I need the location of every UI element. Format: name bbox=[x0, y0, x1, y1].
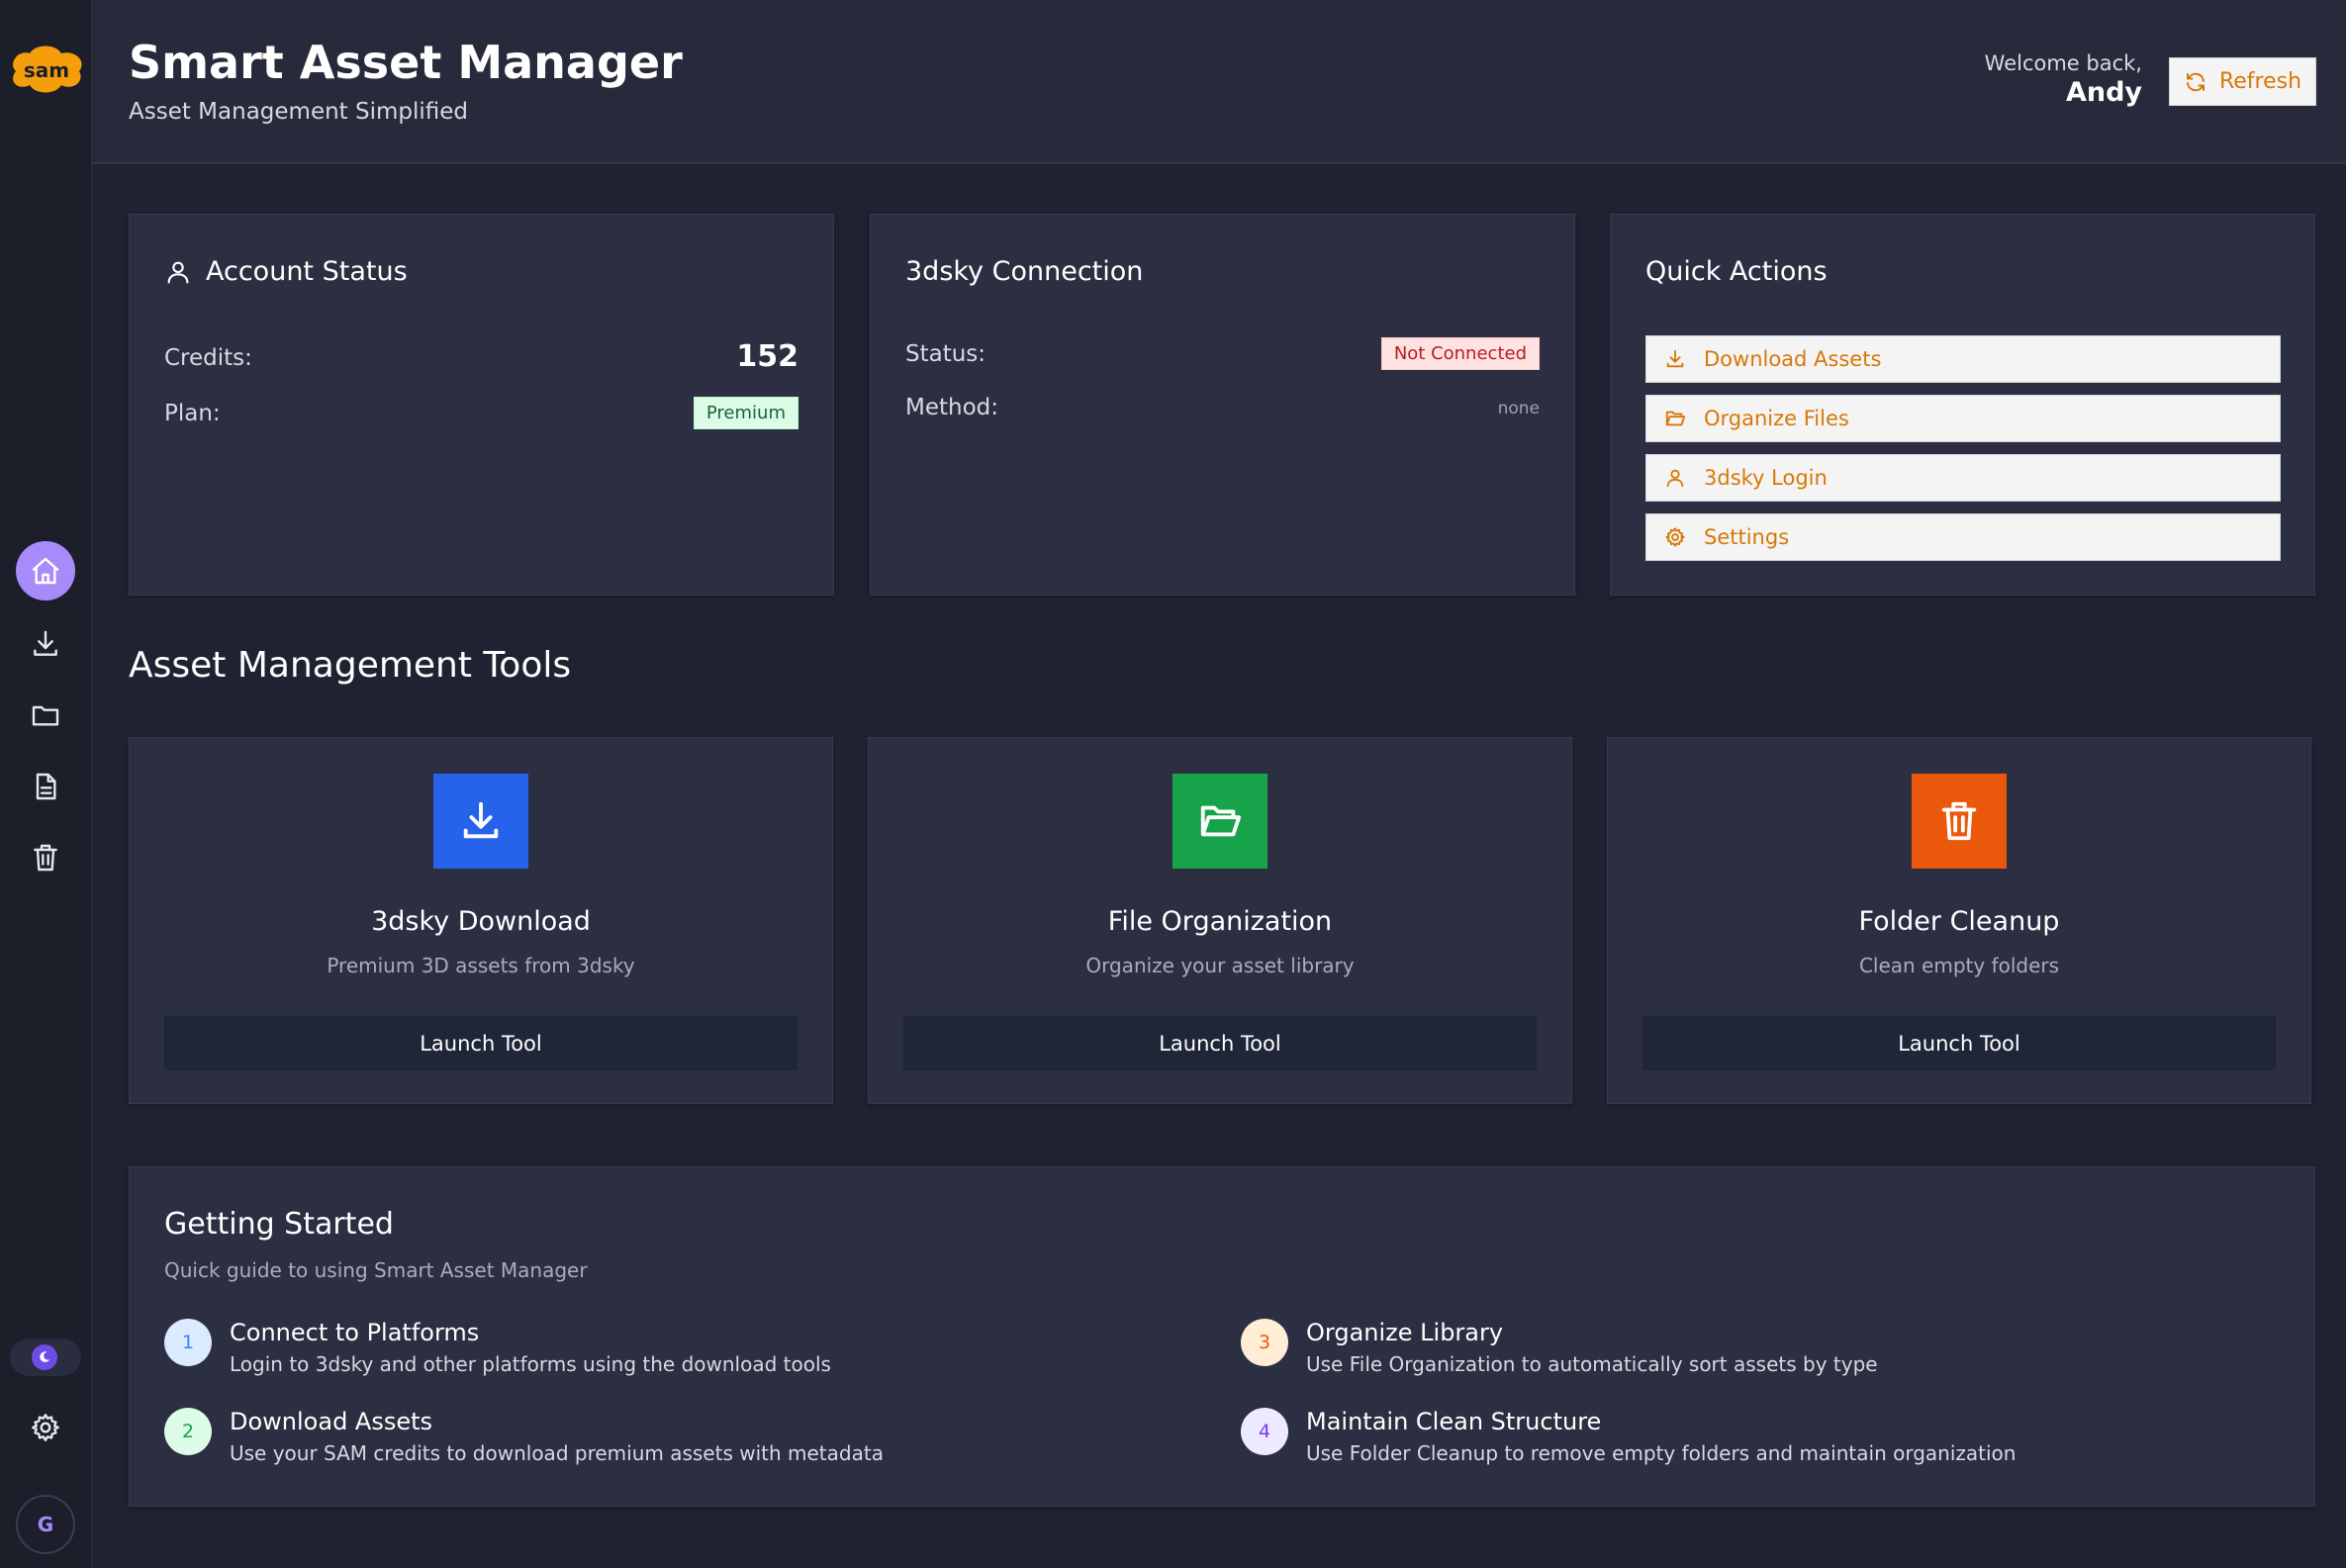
tool-card-3dsky-download: 3dsky Download Premium 3D assets from 3d… bbox=[129, 737, 833, 1104]
document-icon bbox=[36, 773, 56, 800]
account-status-label: Account Status bbox=[206, 256, 408, 287]
sidebar-item-download[interactable] bbox=[16, 614, 75, 674]
step-desc: Use Folder Cleanup to remove empty folde… bbox=[1306, 1441, 2017, 1465]
user-icon bbox=[167, 261, 189, 284]
organize-files-button[interactable]: Organize Files bbox=[1645, 395, 2281, 442]
tool-name: Folder Cleanup bbox=[1858, 906, 2060, 937]
step-desc: Use File Organization to automatically s… bbox=[1306, 1352, 1878, 1376]
step-item: 4 Maintain Clean Structure Use Folder Cl… bbox=[1241, 1406, 2016, 1465]
status-badge: Not Connected bbox=[1380, 337, 1540, 370]
download-assets-button[interactable]: Download Assets bbox=[1645, 335, 2281, 383]
launch-3dsky-download-button[interactable]: Launch Tool bbox=[164, 1016, 798, 1070]
welcome-message: Welcome back, Andy bbox=[1985, 51, 2142, 108]
tool-desc: Premium 3D assets from 3dsky bbox=[327, 954, 635, 977]
step-number: 1 bbox=[164, 1319, 212, 1366]
credits-value: 152 bbox=[736, 339, 798, 374]
sidebar-item-trash[interactable] bbox=[16, 828, 75, 887]
launch-file-organization-button[interactable]: Launch Tool bbox=[903, 1016, 1537, 1070]
svg-text:sam: sam bbox=[24, 58, 69, 82]
sidebar-item-home[interactable] bbox=[16, 541, 75, 600]
tool-icon-folder bbox=[1173, 774, 1267, 869]
connection-title-label: 3dsky Connection bbox=[905, 256, 1144, 287]
settings-button[interactable] bbox=[16, 1398, 75, 1457]
folder-icon bbox=[32, 705, 59, 726]
getting-started-title: Getting Started bbox=[164, 1207, 394, 1242]
tool-card-file-organization: File Organization Organize your asset li… bbox=[868, 737, 1572, 1104]
step-desc: Login to 3dsky and other platforms using… bbox=[230, 1352, 831, 1376]
page-subtitle: Asset Management Simplified bbox=[129, 99, 469, 125]
connection-title: 3dsky Connection bbox=[905, 256, 1143, 287]
download-icon bbox=[1666, 349, 1684, 368]
sam-logo[interactable]: sam bbox=[6, 42, 87, 97]
account-status-title: Account Status bbox=[164, 256, 408, 287]
3dsky-login-label: 3dsky Login bbox=[1704, 466, 1828, 490]
tool-desc: Clean empty folders bbox=[1858, 954, 2060, 977]
gear-icon bbox=[32, 1414, 59, 1441]
step-desc: Use your SAM credits to download premium… bbox=[230, 1441, 884, 1465]
welcome-line: Welcome back, bbox=[1984, 51, 2142, 75]
settings-quick-button[interactable]: Settings bbox=[1645, 513, 2281, 561]
method-value: none bbox=[1497, 399, 1540, 418]
step-title: Organize Library bbox=[1306, 1319, 1504, 1346]
header: Smart Asset Manager Asset Management Sim… bbox=[92, 0, 2346, 164]
3dsky-login-button[interactable]: 3dsky Login bbox=[1645, 454, 2281, 502]
sidebar-item-folder[interactable] bbox=[16, 686, 75, 745]
folder-open-icon bbox=[1665, 411, 1686, 426]
plan-badge: Premium bbox=[693, 397, 798, 429]
tool-name: File Organization bbox=[1107, 906, 1333, 937]
download-icon bbox=[463, 801, 499, 839]
plan-label: Plan: bbox=[164, 401, 221, 426]
tool-desc: Organize your asset library bbox=[1085, 954, 1355, 977]
home-icon bbox=[32, 557, 59, 585]
tool-name: 3dsky Download bbox=[371, 906, 591, 937]
refresh-label: Refresh bbox=[2218, 69, 2302, 94]
quick-actions-card: Quick Actions Download Assets Organize F… bbox=[1610, 214, 2315, 596]
connection-card: 3dsky Connection Status: Not Connected M… bbox=[870, 214, 1575, 596]
tool-icon-trash bbox=[1912, 774, 2007, 869]
step-title: Connect to Platforms bbox=[230, 1319, 480, 1346]
tool-icon-download bbox=[433, 774, 528, 869]
step-number: 4 bbox=[1241, 1408, 1288, 1455]
organize-files-label: Organize Files bbox=[1704, 407, 1849, 430]
tools-section-title: Asset Management Tools bbox=[129, 645, 572, 686]
user-icon bbox=[1666, 469, 1684, 488]
account-status-card: Account Status Credits: 152 Plan: Premiu… bbox=[129, 214, 834, 596]
getting-started-subtitle: Quick guide to using Smart Asset Manager bbox=[164, 1258, 588, 1282]
user-name: Andy bbox=[2065, 77, 2142, 108]
step-item: 3 Organize Library Use File Organization… bbox=[1241, 1317, 1878, 1376]
step-title: Maintain Clean Structure bbox=[1306, 1408, 1602, 1435]
getting-started-card: Getting Started Quick guide to using Sma… bbox=[129, 1166, 2315, 1507]
status-label: Status: bbox=[905, 341, 986, 367]
sidebar-item-document[interactable] bbox=[16, 757, 75, 816]
step-number: 2 bbox=[164, 1408, 212, 1455]
download-assets-label: Download Assets bbox=[1704, 347, 1882, 371]
theme-toggle[interactable] bbox=[10, 1338, 81, 1376]
tool-card-folder-cleanup: Folder Cleanup Clean empty folders Launc… bbox=[1607, 737, 2311, 1104]
sidebar: sam G bbox=[0, 0, 92, 1568]
gear-icon bbox=[1665, 527, 1685, 547]
credits-label: Credits: bbox=[164, 345, 252, 371]
refresh-icon bbox=[2186, 72, 2205, 91]
page-title: Smart Asset Manager bbox=[129, 36, 683, 89]
avatar[interactable]: G bbox=[16, 1495, 75, 1554]
trash-icon bbox=[1941, 801, 1977, 841]
download-icon bbox=[34, 630, 57, 656]
step-item: 2 Download Assets Use your SAM credits t… bbox=[164, 1406, 884, 1465]
method-label: Method: bbox=[905, 395, 999, 420]
step-item: 1 Connect to Platforms Login to 3dsky an… bbox=[164, 1317, 831, 1376]
step-number: 3 bbox=[1241, 1319, 1288, 1366]
quick-actions-label: Quick Actions bbox=[1645, 256, 1828, 287]
folder-open-icon bbox=[1200, 805, 1242, 837]
step-title: Download Assets bbox=[230, 1408, 433, 1435]
launch-folder-cleanup-button[interactable]: Launch Tool bbox=[1642, 1016, 2276, 1070]
moon-icon bbox=[32, 1344, 57, 1370]
trash-icon bbox=[34, 844, 57, 872]
refresh-button[interactable]: Refresh bbox=[2169, 57, 2316, 106]
quick-actions-title: Quick Actions bbox=[1645, 256, 1828, 287]
settings-quick-label: Settings bbox=[1704, 525, 1790, 549]
